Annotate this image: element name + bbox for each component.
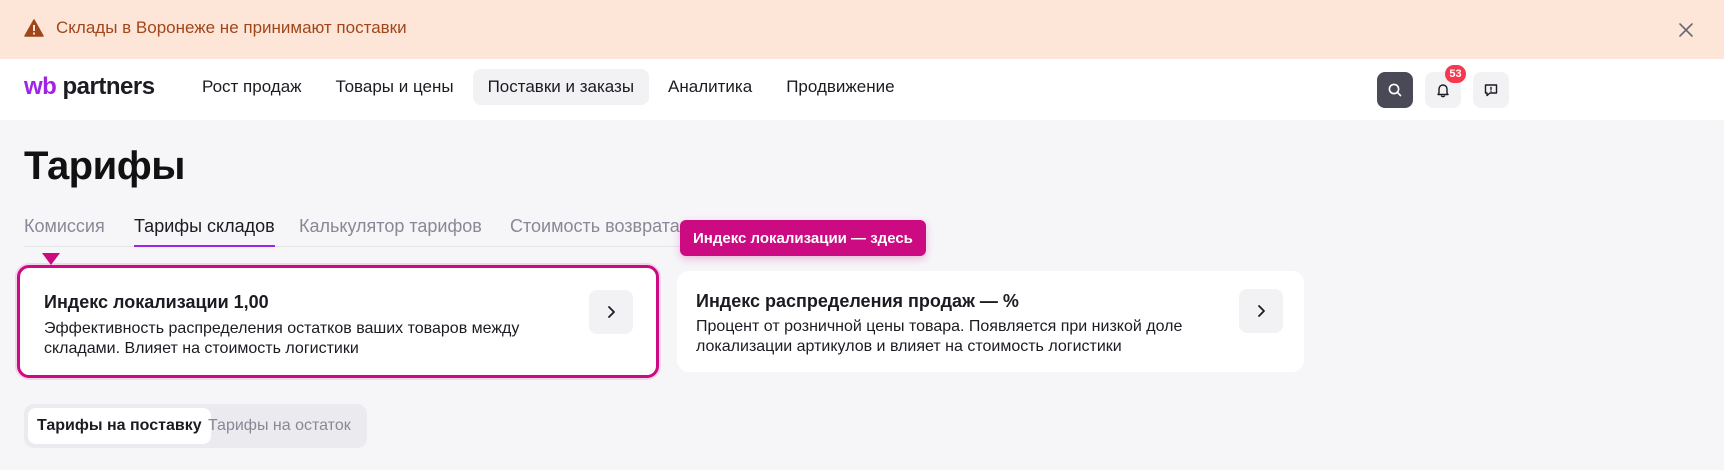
active-tab-underline — [134, 245, 275, 247]
tab-warehouse-tariffs[interactable]: Тарифы складов — [134, 216, 275, 237]
notifications-badge: 53 — [1445, 65, 1466, 83]
bell-icon — [1437, 84, 1449, 98]
chat-icon — [1484, 84, 1498, 97]
notifications-button[interactable]: 53 — [1425, 65, 1466, 108]
alert-banner-text: Склады в Воронеже не принимают поставки — [56, 18, 407, 37]
chevron-right-icon — [1258, 305, 1265, 317]
nav-item-supplies-orders[interactable]: Поставки и заказы — [472, 69, 650, 105]
sales-distribution-index-title: Индекс распределения продаж — % — [696, 291, 1019, 311]
warning-triangle-icon — [24, 19, 44, 37]
nav-item-products-prices[interactable]: Товары и цены — [321, 69, 469, 105]
search-button[interactable] — [1377, 72, 1413, 108]
page-title: Тарифы — [24, 144, 185, 188]
tab-return-cost[interactable]: Стоимость возврата — [510, 216, 680, 237]
nav-item-sales-growth[interactable]: Рост продаж — [187, 69, 317, 105]
logo-partners: partners — [62, 73, 156, 100]
logo-wb: wb — [24, 73, 57, 100]
segment-supply-tariffs[interactable]: Тарифы на поставку — [28, 408, 211, 444]
tariff-tabs: Комиссия Тарифы складов Калькулятор тари… — [24, 213, 704, 247]
close-icon[interactable] — [1675, 19, 1697, 41]
nav-item-analytics[interactable]: Аналитика — [653, 69, 767, 105]
tab-tariff-calculator[interactable]: Калькулятор тарифов — [299, 216, 482, 237]
main-nav: Рост продаж Товары и цены Поставки и зак… — [187, 69, 910, 105]
feedback-button[interactable] — [1473, 72, 1509, 108]
localization-index-description: Эффективность распределения остатков ваш… — [44, 320, 520, 357]
localization-index-card[interactable]: Индекс локализации 1,00 Эффективность ра… — [17, 265, 659, 378]
sales-distribution-index-card[interactable]: Индекс распределения продаж — % Процент … — [677, 271, 1304, 372]
nav-item-promotion[interactable]: Продвижение — [771, 69, 909, 105]
logo[interactable]: wb partners — [24, 73, 155, 103]
tariff-type-switch: Тарифы на поставку Тарифы на остаток — [24, 404, 367, 448]
segment-storage-tariffs[interactable]: Тарифы на остаток — [199, 408, 360, 444]
sales-distribution-open-button[interactable] — [1239, 289, 1283, 333]
tooltip-pointer-marker — [42, 253, 60, 265]
top-header: wb partners Рост продаж Товары и цены По… — [0, 59, 1724, 120]
chevron-right-icon — [608, 306, 615, 318]
localization-index-title: Индекс локализации 1,00 — [44, 292, 269, 312]
sales-distribution-index-description: Процент от розничной цены товара. Появля… — [696, 318, 1183, 355]
localization-index-open-button[interactable] — [589, 290, 633, 334]
localization-index-tooltip: Индекс локализации — здесь — [680, 220, 926, 256]
search-icon — [1388, 83, 1402, 97]
tab-commission[interactable]: Комиссия — [24, 216, 105, 237]
alert-banner: Склады в Воронеже не принимают поставки — [0, 0, 1724, 59]
